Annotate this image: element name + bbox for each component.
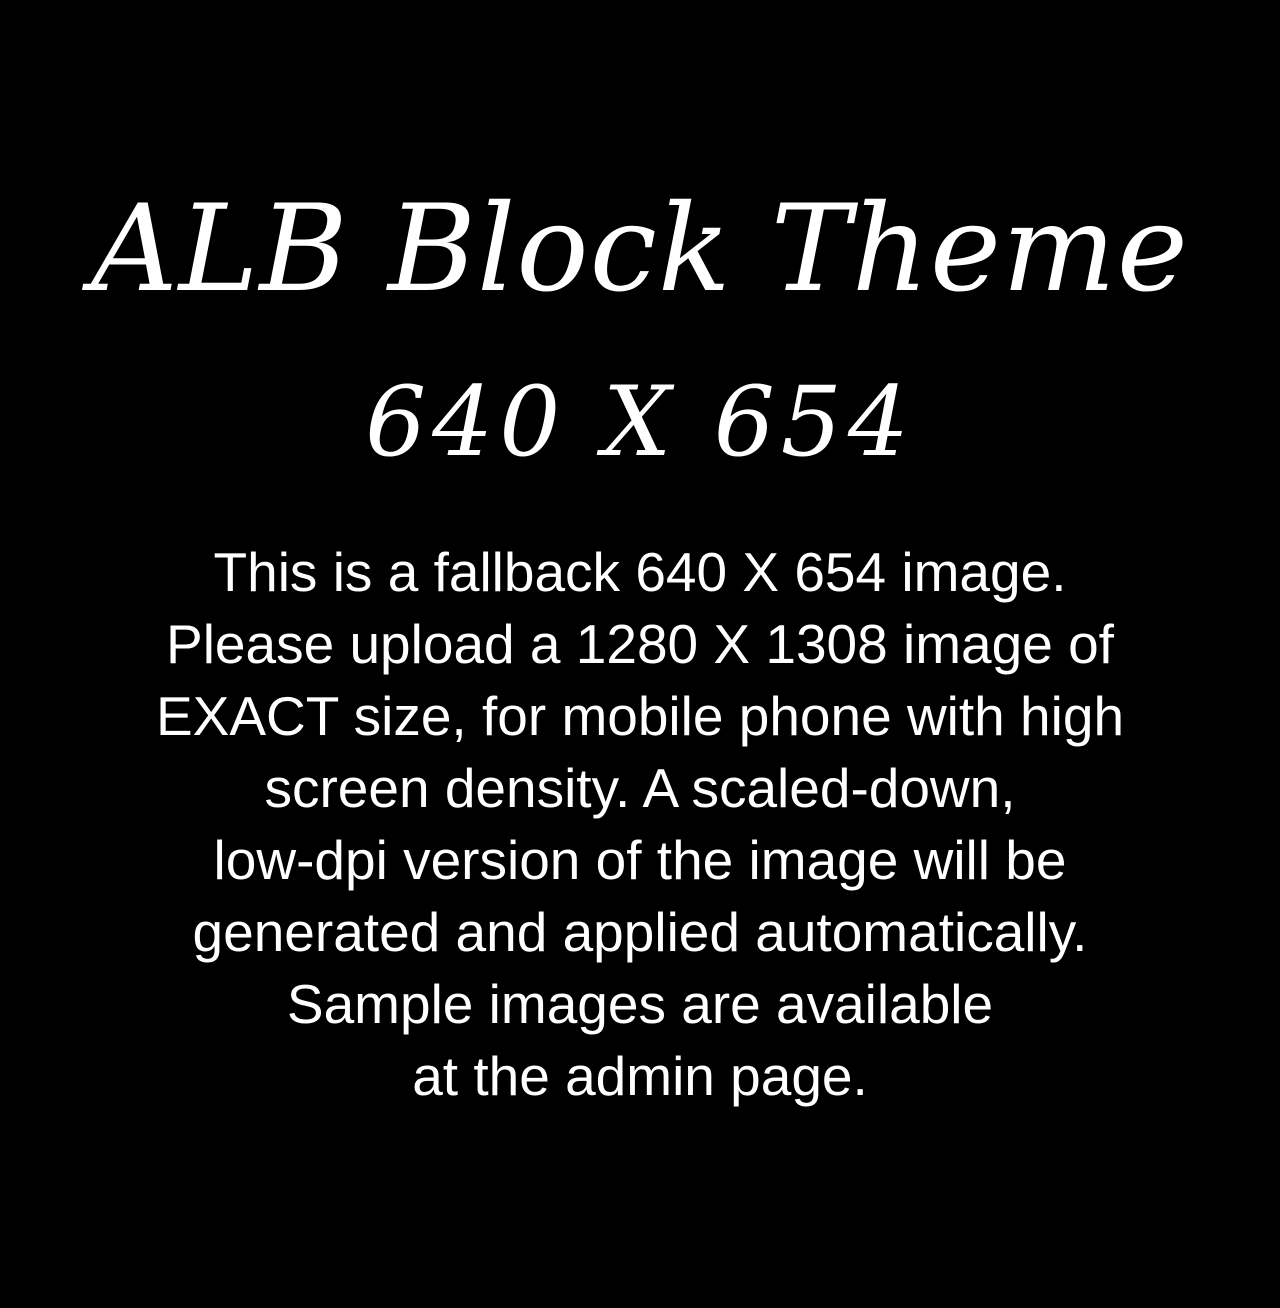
message-line: Please upload a 1280 X 1308 image of <box>166 613 1114 675</box>
message-line: This is a fallback 640 X 654 image. <box>213 541 1067 603</box>
theme-title: ALB Block Theme <box>91 180 1189 319</box>
placeholder-image: ALB Block Theme 640 X 654 This is a fall… <box>0 0 1280 1308</box>
message-line: at the admin page. <box>412 1045 868 1107</box>
image-dimensions-title: 640 X 654 <box>365 366 915 478</box>
message-line: EXACT size, for mobile phone with high <box>155 685 1125 747</box>
fallback-message: This is a fallback 640 X 654 image. Plea… <box>0 536 1280 1112</box>
message-line: Sample images are available <box>286 973 994 1035</box>
message-line: screen density. A scaled-down, <box>264 757 1016 819</box>
message-line: low-dpi version of the image will be <box>213 829 1067 891</box>
message-line: generated and applied automatically. <box>192 901 1088 963</box>
